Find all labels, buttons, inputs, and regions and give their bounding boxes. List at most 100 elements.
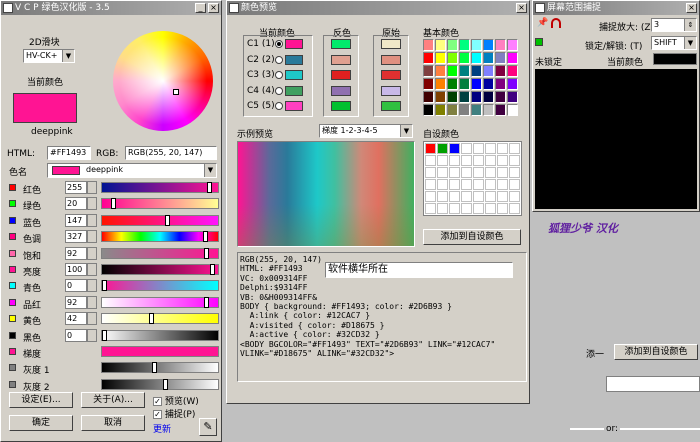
spin-icon[interactable] [87,197,97,211]
basic-color-cell[interactable] [459,78,470,90]
inverse-color-swatch[interactable] [331,101,351,111]
spin-icon[interactable] [87,279,97,293]
original-color-swatch[interactable] [381,54,401,65]
slot-radio[interactable] [275,71,283,79]
basic-color-cell[interactable] [483,65,494,77]
custom-color-cell[interactable] [425,155,436,166]
basic-color-cell[interactable] [447,52,458,64]
basic-color-cell[interactable] [435,104,446,116]
channel-slider[interactable] [101,346,219,357]
basic-color-cell[interactable] [435,52,446,64]
spin-icon[interactable] [87,213,97,227]
basic-color-cell[interactable] [507,65,518,77]
custom-color-cell[interactable] [425,167,436,178]
spin-icon[interactable] [87,312,97,326]
custom-color-cell[interactable] [461,179,472,190]
custom-color-cell[interactable] [449,155,460,166]
custom-color-cell[interactable] [485,167,496,178]
basic-color-cell[interactable] [471,52,482,64]
basic-color-cell[interactable] [435,78,446,90]
magnet-icon[interactable] [551,18,561,28]
basic-color-cell[interactable] [447,91,458,103]
basic-color-cell[interactable] [459,52,470,64]
channel-slider[interactable] [101,378,219,390]
slot-radio[interactable] [275,55,283,64]
custom-color-cell[interactable] [497,203,508,214]
channel-slider[interactable] [101,296,219,308]
basic-color-cell[interactable] [483,52,494,64]
basic-color-cell[interactable] [495,91,506,103]
slider-thumb[interactable] [151,362,157,374]
basic-color-cell[interactable] [435,91,446,103]
custom-color-cell[interactable] [497,191,508,202]
slot-radio[interactable] [275,102,283,110]
inverse-color-swatch[interactable] [331,54,351,65]
custom-color-cell[interactable] [449,179,460,190]
custom-color-cell[interactable] [449,143,460,154]
basic-color-cell[interactable] [483,78,494,90]
channel-value-field[interactable]: 20 [65,197,87,211]
capture-view[interactable] [535,69,697,209]
slider-thumb[interactable] [102,280,107,292]
custom-color-cell[interactable] [485,179,496,190]
basic-color-cell[interactable] [495,39,506,51]
slot-radio[interactable] [275,40,283,48]
basic-color-cell[interactable] [471,104,482,116]
basic-color-cell[interactable] [507,78,518,90]
custom-color-cell[interactable] [437,179,448,190]
custom-color-cell[interactable] [461,191,472,202]
channel-value-field[interactable]: 42 [65,312,87,326]
basic-color-cell[interactable] [459,65,470,77]
cancel-button[interactable]: 取消 [81,415,145,431]
slider-thumb[interactable] [207,182,213,193]
original-color-swatch[interactable] [381,101,401,111]
custom-color-cell[interactable] [425,143,436,154]
color-wheel[interactable] [113,31,213,131]
channel-value-field[interactable]: 92 [65,246,87,260]
capture-checkbox[interactable]: ✓ 捕捉(P) [153,407,195,420]
rgb-field[interactable]: RGB(255, 20, 147) [125,146,217,160]
vcp-titlebar[interactable]: V C P 绿色汉化版 - 3.5 _ × [1,1,221,15]
basic-color-cell[interactable] [459,104,470,116]
basic-color-cell[interactable] [495,65,506,77]
basic-color-cell[interactable] [447,78,458,90]
custom-color-cell[interactable] [437,191,448,202]
custom-color-cell[interactable] [509,167,520,178]
inverse-color-swatch[interactable] [331,39,351,49]
update-link[interactable]: 更新 [153,422,171,435]
basic-color-cell[interactable] [423,104,434,116]
spin-icon[interactable] [87,181,97,194]
spin-icon[interactable] [87,230,97,244]
basic-color-cell[interactable] [495,104,506,116]
basic-color-cell[interactable] [471,91,482,103]
slider-thumb[interactable] [204,296,210,308]
basic-color-cell[interactable] [459,91,470,103]
custom-color-cell[interactable] [485,155,496,166]
slider-thumb[interactable] [102,329,107,341]
channel-value-field[interactable]: 92 [65,295,87,309]
basic-color-cell[interactable] [423,91,434,103]
custom-color-cell[interactable] [509,179,520,190]
lock-select[interactable]: SHIFT ▼ [651,36,697,50]
channel-slider[interactable] [101,329,219,341]
channel-slider[interactable] [101,231,219,243]
custom-color-cell[interactable] [437,143,448,154]
original-color-swatch[interactable] [381,70,401,80]
basic-color-cell[interactable] [495,52,506,64]
settings-button[interactable]: 设定(E)... [9,392,73,408]
spin-icon[interactable] [87,263,97,276]
custom-color-cell[interactable] [497,143,508,154]
inverse-color-swatch[interactable] [331,85,351,96]
slot-color-swatch[interactable] [285,70,303,80]
custom-color-cell[interactable] [509,191,520,202]
channel-slider[interactable] [101,247,219,259]
custom-color-cell[interactable] [437,155,448,166]
channel-value-field[interactable]: 0 [65,279,87,293]
slot-radio[interactable] [275,86,283,95]
basic-color-cell[interactable] [471,39,482,51]
basic-color-cell[interactable] [423,78,434,90]
eyedropper-button[interactable]: ✎ [199,418,217,436]
basic-color-cell[interactable] [483,104,494,116]
custom-color-cell[interactable] [473,203,484,214]
custom-color-cell[interactable] [449,167,460,178]
